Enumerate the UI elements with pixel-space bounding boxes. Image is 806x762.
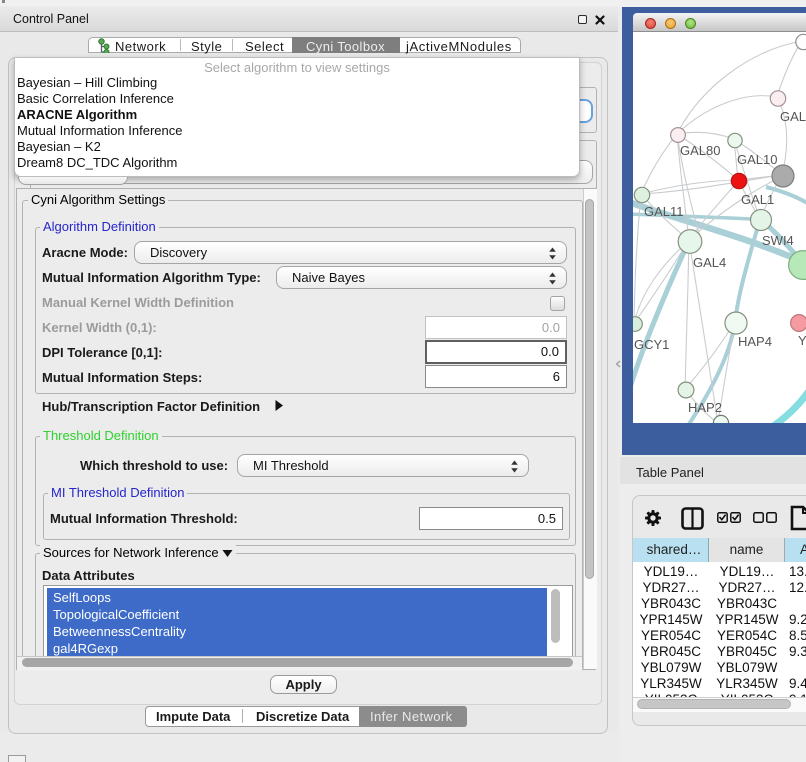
svg-text:GAL4: GAL4 bbox=[693, 255, 726, 270]
svg-text:GAL10: GAL10 bbox=[737, 152, 777, 167]
svg-text:GAL1: GAL1 bbox=[741, 192, 774, 207]
svg-text:GCY1: GCY1 bbox=[634, 337, 669, 352]
svg-text:GAL11: GAL11 bbox=[644, 204, 684, 219]
svg-text:GAL80: GAL80 bbox=[680, 143, 720, 158]
svg-text:HAP4: HAP4 bbox=[738, 334, 772, 349]
svg-text:HAP2: HAP2 bbox=[688, 400, 722, 415]
svg-text:SWI4: SWI4 bbox=[762, 233, 794, 248]
svg-text:YMR: YMR bbox=[798, 333, 806, 348]
svg-text:GAL2: GAL2 bbox=[780, 109, 806, 124]
